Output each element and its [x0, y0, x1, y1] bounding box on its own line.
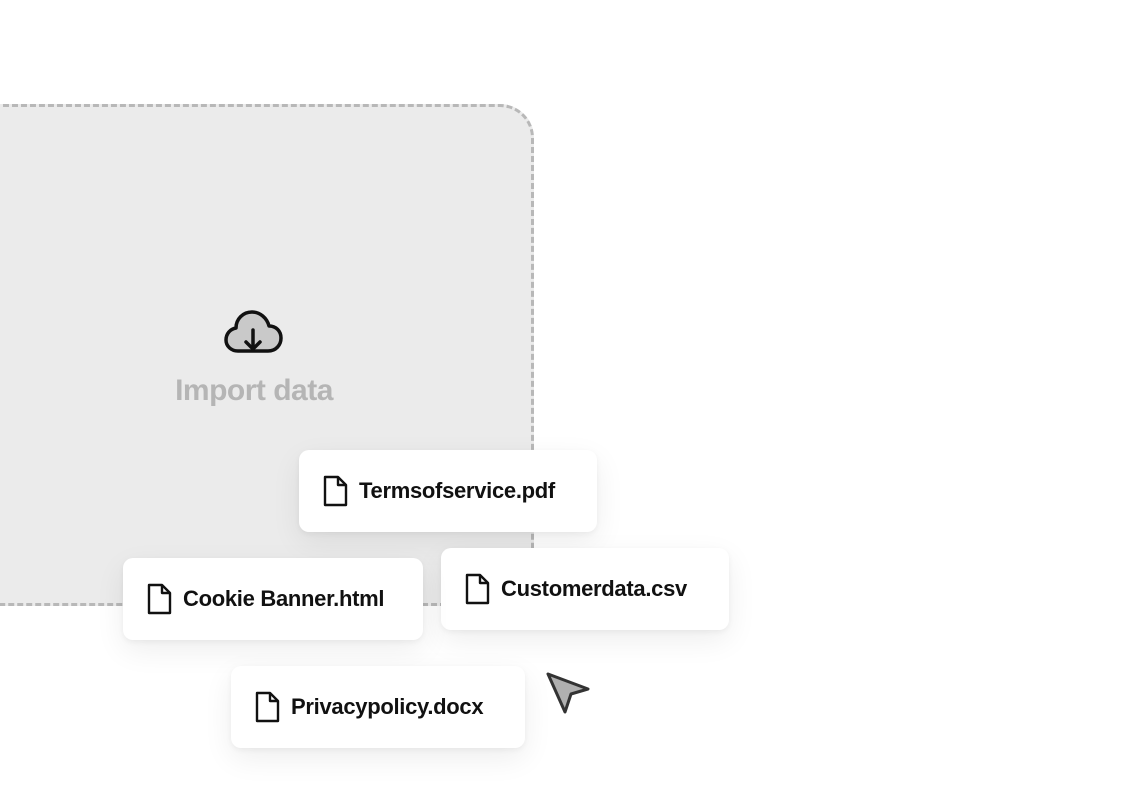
file-icon [465, 573, 490, 605]
canvas: Import data Termsofservice.pdf Customerd… [0, 0, 1124, 794]
file-chip-customerdata[interactable]: Customerdata.csv [441, 548, 729, 630]
file-name: Cookie Banner.html [183, 586, 385, 611]
cloud-download-icon [224, 310, 283, 353]
file-name: Privacypolicy.docx [291, 694, 484, 719]
file-icon [147, 583, 172, 615]
file-icon [255, 691, 280, 723]
file-icon [323, 475, 348, 507]
file-name: Termsofservice.pdf [359, 478, 555, 503]
file-chip-cookie-banner[interactable]: Cookie Banner.html [123, 558, 423, 640]
file-chip-termsofservice[interactable]: Termsofservice.pdf [299, 450, 597, 532]
file-name: Customerdata.csv [501, 576, 687, 601]
pointer-cursor-icon [546, 672, 590, 714]
file-chip-privacypolicy[interactable]: Privacypolicy.docx [231, 666, 525, 748]
import-data-label: Import data [175, 374, 333, 407]
